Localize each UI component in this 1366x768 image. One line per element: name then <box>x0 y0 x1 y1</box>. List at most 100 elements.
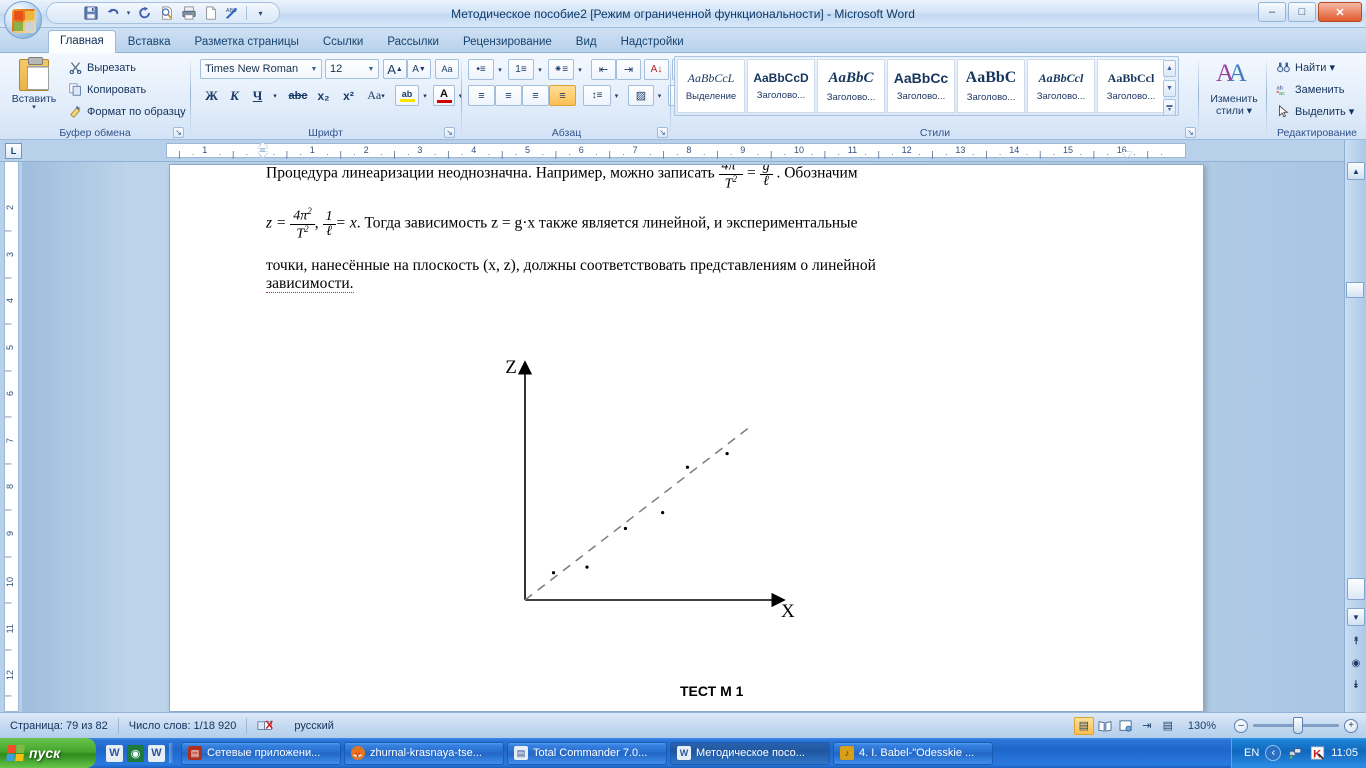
more-styles-icon[interactable]: ▬ ▾ <box>1163 99 1176 116</box>
multilevel-dropdown-icon[interactable]: ▾ <box>574 59 586 80</box>
quicklaunch-media-icon[interactable]: ◉ <box>127 744 144 762</box>
underline-dropdown-icon[interactable]: ▾ <box>269 85 281 106</box>
next-page-icon[interactable]: ⯯ <box>1347 676 1365 694</box>
change-styles-button[interactable]: A A Изменить стили ▾ <box>1205 57 1263 119</box>
horizontal-ruler[interactable]: L 1 1 2 3 4 5 6 7 8 9 10 11 12 13 14 15 16 | · · | · · | · · | · · | ·… <box>0 140 1366 162</box>
style-item[interactable]: AaBbCcL Выделение <box>677 59 745 113</box>
shading-button[interactable]: ▨ <box>628 85 654 106</box>
taskbar-clock[interactable]: 11:05 <box>1331 747 1358 759</box>
italic-button[interactable]: К <box>223 85 246 106</box>
zoom-slider[interactable]: – + <box>1226 717 1366 734</box>
chevron-down-icon[interactable]: ▼ <box>364 66 378 73</box>
vertical-ruler[interactable]: 2 3 4 5 6 7 8 9 10 11 12 | | | | | | | | | | | <box>0 162 22 712</box>
close-button[interactable]: ✕ <box>1318 2 1362 22</box>
align-left-button[interactable]: ≡ <box>468 85 495 106</box>
full-screen-reading-view-button[interactable] <box>1095 717 1115 735</box>
taskbar-item[interactable]: ▤ Total Commander 7.0... <box>507 741 667 765</box>
taskbar-item[interactable]: ♪ 4. I. Babel-"Odesskie ... <box>833 741 993 765</box>
paste-button[interactable]: Вставить ▾ <box>8 57 60 119</box>
highlight-dropdown-icon[interactable]: ▾ <box>419 85 431 106</box>
increase-indent-button[interactable]: ⇥ <box>616 59 641 80</box>
tab-addins[interactable]: Надстройки <box>609 31 696 53</box>
scatter-chart[interactable]: Z X <box>505 355 795 625</box>
clear-formatting-button[interactable]: Aa <box>435 59 459 79</box>
quicklaunch-word-icon[interactable]: W <box>106 744 123 762</box>
tray-show-hidden-icon[interactable]: ‹ <box>1265 745 1282 761</box>
select-button[interactable]: Выделить ▾ <box>1272 102 1357 121</box>
new-doc-icon[interactable] <box>200 4 221 23</box>
tab-home[interactable]: Главная <box>48 30 116 53</box>
font-size-combo[interactable]: 12 ▼ <box>325 59 379 79</box>
align-right-button[interactable]: ≡ <box>522 85 549 106</box>
style-item[interactable]: AaBbC Заголово... <box>817 59 885 113</box>
scroll-down-icon[interactable]: ▼ <box>1347 608 1365 626</box>
format-painter-button[interactable]: Формат по образцу <box>64 102 189 121</box>
scroll-down-icon[interactable]: ▼ <box>1163 79 1176 97</box>
document-body[interactable]: Процедура линеаризации неоднозначна. Нап… <box>266 165 1111 294</box>
taskbar-grip[interactable] <box>169 743 173 763</box>
zoom-in-button[interactable]: + <box>1344 718 1358 733</box>
subscript-button[interactable]: x₂ <box>311 85 336 106</box>
page-indicator[interactable]: Страница: 79 из 82 <box>0 720 118 732</box>
style-item[interactable]: AaBbCcl Заголово... <box>1097 59 1165 113</box>
zoom-level[interactable]: 130% <box>1178 720 1226 732</box>
align-justify-button[interactable]: ≡ <box>549 85 576 106</box>
copy-button[interactable]: Копировать <box>64 80 149 99</box>
start-button[interactable]: пуск <box>0 738 96 768</box>
customize-qat-icon[interactable]: ▾ <box>250 4 271 23</box>
change-case-button[interactable]: Aa ▾ <box>361 85 391 106</box>
strikethrough-button[interactable]: abc <box>285 85 311 106</box>
tab-review[interactable]: Рецензирование <box>451 31 564 53</box>
bullets-dropdown-icon[interactable]: ▾ <box>494 59 506 80</box>
first-line-indent-marker[interactable] <box>258 142 268 148</box>
vertical-ruler-track[interactable]: 2 3 4 5 6 7 8 9 10 11 12 | | | | | | | | | | | <box>4 162 19 712</box>
tray-kaspersky-icon[interactable]: K <box>1309 745 1325 761</box>
numbering-dropdown-icon[interactable]: ▾ <box>534 59 546 80</box>
decrease-indent-button[interactable]: ⇤ <box>591 59 616 80</box>
style-item[interactable]: AaBbCcD Заголово... <box>747 59 815 113</box>
font-dialog-launcher[interactable]: ↘ <box>444 127 455 138</box>
taskbar-item[interactable]: ▤ Сетевые приложени... <box>181 741 341 765</box>
office-button[interactable] <box>4 1 42 39</box>
previous-page-icon[interactable]: ⯭ <box>1347 632 1365 650</box>
print-layout-view-button[interactable]: ▤ <box>1073 716 1094 735</box>
tab-stop-selector[interactable]: L <box>5 143 22 159</box>
underline-button[interactable]: Ч <box>246 85 269 106</box>
shrink-font-button[interactable]: A ▼ <box>407 59 431 79</box>
taskbar-item[interactable]: W Методическое посо... <box>670 741 830 765</box>
cut-button[interactable]: Вырезать <box>64 58 139 77</box>
vertical-scrollbar[interactable]: ▲ ▼ ⯭ ◉ ⯯ <box>1344 140 1366 712</box>
paste-dropdown-arrow-icon[interactable]: ▾ <box>32 104 36 111</box>
redo-icon[interactable] <box>134 4 155 23</box>
zoom-out-button[interactable]: – <box>1234 718 1248 733</box>
shading-dropdown-icon[interactable]: ▾ <box>654 85 665 106</box>
find-button[interactable]: Найти ▾ <box>1272 58 1338 77</box>
quicklaunch-word2-icon[interactable]: W <box>148 744 165 762</box>
chevron-down-icon[interactable]: ▼ <box>307 66 321 73</box>
save-icon[interactable] <box>80 4 101 23</box>
numbering-button[interactable]: 1≡ <box>508 59 534 80</box>
maximize-button[interactable]: □ <box>1288 2 1316 22</box>
scrollbar-thumb[interactable] <box>1347 578 1365 600</box>
tab-references[interactable]: Ссылки <box>311 31 376 53</box>
line-spacing-button[interactable]: ↕≡ <box>583 85 611 106</box>
tab-page-layout[interactable]: Разметка страницы <box>183 31 311 53</box>
font-name-combo[interactable]: Times New Roman ▼ <box>200 59 322 79</box>
align-center-button[interactable]: ≡ <box>495 85 522 106</box>
taskbar-item[interactable]: 🦊 zhurnal-krasnaya-tse... <box>344 741 504 765</box>
sort-button[interactable]: A↓ <box>644 59 669 80</box>
spelling-icon[interactable]: ABC <box>222 4 243 23</box>
language-indicator[interactable]: русский <box>284 720 343 732</box>
font-color-button[interactable]: A <box>433 85 455 106</box>
line-spacing-dropdown-icon[interactable]: ▾ <box>611 85 622 106</box>
scroll-up-icon[interactable]: ▲ <box>1347 162 1365 180</box>
zoom-thumb[interactable] <box>1293 717 1303 734</box>
superscript-button[interactable]: x² <box>336 85 361 106</box>
styles-gallery[interactable]: AaBbCcL Выделение AaBbCcD Заголово... Aa… <box>674 56 1179 116</box>
word-count[interactable]: Число слов: 1/18 920 <box>119 720 247 732</box>
clipboard-dialog-launcher[interactable]: ↘ <box>173 127 184 138</box>
hanging-indent-marker[interactable] <box>258 152 268 158</box>
bullets-button[interactable]: •≡ <box>468 59 494 80</box>
print-icon[interactable] <box>178 4 199 23</box>
multilevel-list-button[interactable]: ⁕≡ <box>548 59 574 80</box>
